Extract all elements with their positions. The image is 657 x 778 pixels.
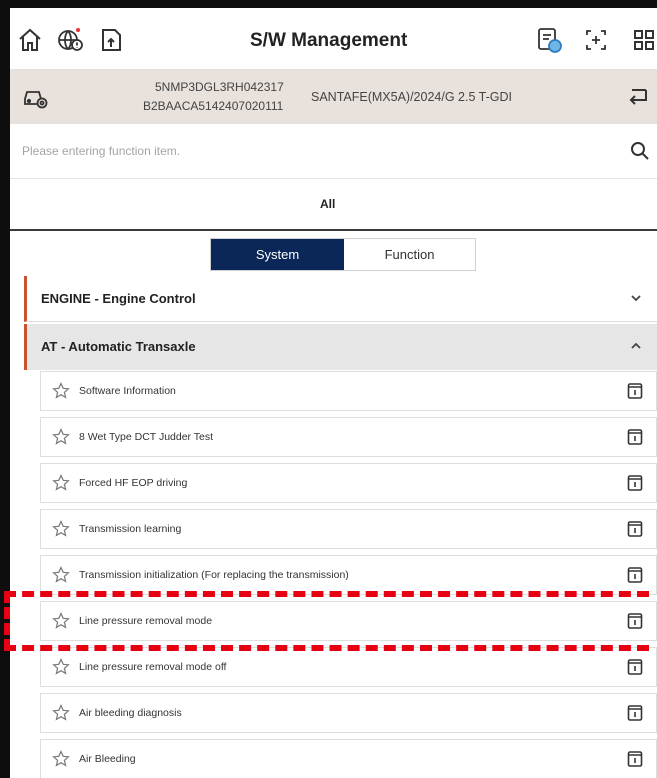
vehicle-model: SANTAFE(MX5A)/2024/G 2.5 T-GDI: [311, 90, 512, 104]
filter-tabs: All: [10, 179, 657, 231]
star-icon[interactable]: [52, 382, 70, 400]
star-icon[interactable]: [52, 750, 70, 768]
list-item[interactable]: 8 Wet Type DCT Judder Test: [40, 417, 657, 457]
info-icon[interactable]: [627, 474, 643, 492]
page-title: S/W Management: [250, 30, 408, 51]
list-item[interactable]: Transmission initialization (For replaci…: [40, 555, 657, 595]
return-icon[interactable]: [626, 87, 650, 107]
info-icon[interactable]: [627, 704, 643, 722]
vehicle-info-bar: 5NMP3DGL3RH042317 B2BAACA5142407020111 S…: [10, 70, 657, 124]
screen-frame-top: [0, 0, 657, 8]
group-engine[interactable]: ENGINE - Engine Control: [24, 276, 657, 322]
item-label: Software Information: [79, 385, 176, 397]
group-label: AT - Automatic Transaxle: [41, 339, 196, 354]
star-icon[interactable]: [52, 566, 70, 584]
globe-alert-icon[interactable]: [56, 26, 84, 54]
info-icon[interactable]: [627, 520, 643, 538]
screen-frame-left: [0, 0, 10, 778]
list-item[interactable]: Forced HF EOP driving: [40, 463, 657, 503]
search-bar: [10, 124, 657, 179]
chevron-down-icon[interactable]: [629, 291, 643, 305]
star-icon[interactable]: [52, 658, 70, 676]
vehicle-settings-icon[interactable]: [22, 85, 48, 109]
document-upload-icon[interactable]: [98, 26, 126, 54]
list-item[interactable]: Line pressure removal mode off: [40, 647, 657, 687]
item-label: Transmission initialization (For replaci…: [79, 569, 349, 581]
top-bar: S/W Management: [10, 8, 657, 70]
search-icon[interactable]: [630, 141, 650, 161]
item-label: Transmission learning: [79, 523, 182, 535]
home-icon[interactable]: [16, 26, 44, 54]
item-label: Forced HF EOP driving: [79, 477, 188, 489]
star-icon[interactable]: [52, 704, 70, 722]
star-icon[interactable]: [52, 474, 70, 492]
group-label: ENGINE - Engine Control: [41, 291, 196, 306]
star-icon[interactable]: [52, 612, 70, 630]
grid-menu-icon[interactable]: [630, 26, 657, 54]
list-item[interactable]: Air Bleeding: [40, 739, 657, 778]
item-label: Line pressure removal mode: [79, 615, 213, 627]
vehicle-report-icon[interactable]: [535, 26, 563, 54]
tab-all[interactable]: All: [320, 197, 335, 211]
info-icon[interactable]: [627, 658, 643, 676]
item-label: Air bleeding diagnosis: [79, 707, 182, 719]
info-icon[interactable]: [627, 750, 643, 768]
star-icon[interactable]: [52, 428, 70, 446]
list-item[interactable]: Transmission learning: [40, 509, 657, 549]
info-icon[interactable]: [627, 382, 643, 400]
ecu-id-text: B2BAACA5142407020111: [143, 99, 284, 113]
search-input[interactable]: [22, 138, 612, 164]
chevron-up-icon[interactable]: [629, 339, 643, 353]
app-window: S/W Management 5NMP3DGL3RH042317 B2BAACA…: [10, 8, 657, 778]
info-icon[interactable]: [627, 612, 643, 630]
info-icon[interactable]: [627, 566, 643, 584]
system-toggle-button[interactable]: System: [211, 239, 344, 270]
list-item[interactable]: Air bleeding diagnosis: [40, 693, 657, 733]
list-item[interactable]: Software Information: [40, 371, 657, 411]
view-mode-toggle: System Function: [210, 238, 476, 271]
function-toggle-button[interactable]: Function: [344, 239, 475, 270]
item-label: Line pressure removal mode off: [79, 661, 227, 673]
scan-icon[interactable]: [582, 26, 610, 54]
star-icon[interactable]: [52, 520, 70, 538]
item-label: Air Bleeding: [79, 753, 136, 765]
vin-text: 5NMP3DGL3RH042317: [155, 80, 284, 94]
item-label: 8 Wet Type DCT Judder Test: [79, 431, 214, 443]
list-item[interactable]: Line pressure removal mode: [40, 601, 657, 641]
group-at[interactable]: AT - Automatic Transaxle: [24, 324, 657, 370]
vehicle-identifiers: 5NMP3DGL3RH042317 B2BAACA5142407020111: [143, 78, 284, 116]
info-icon[interactable]: [627, 428, 643, 446]
